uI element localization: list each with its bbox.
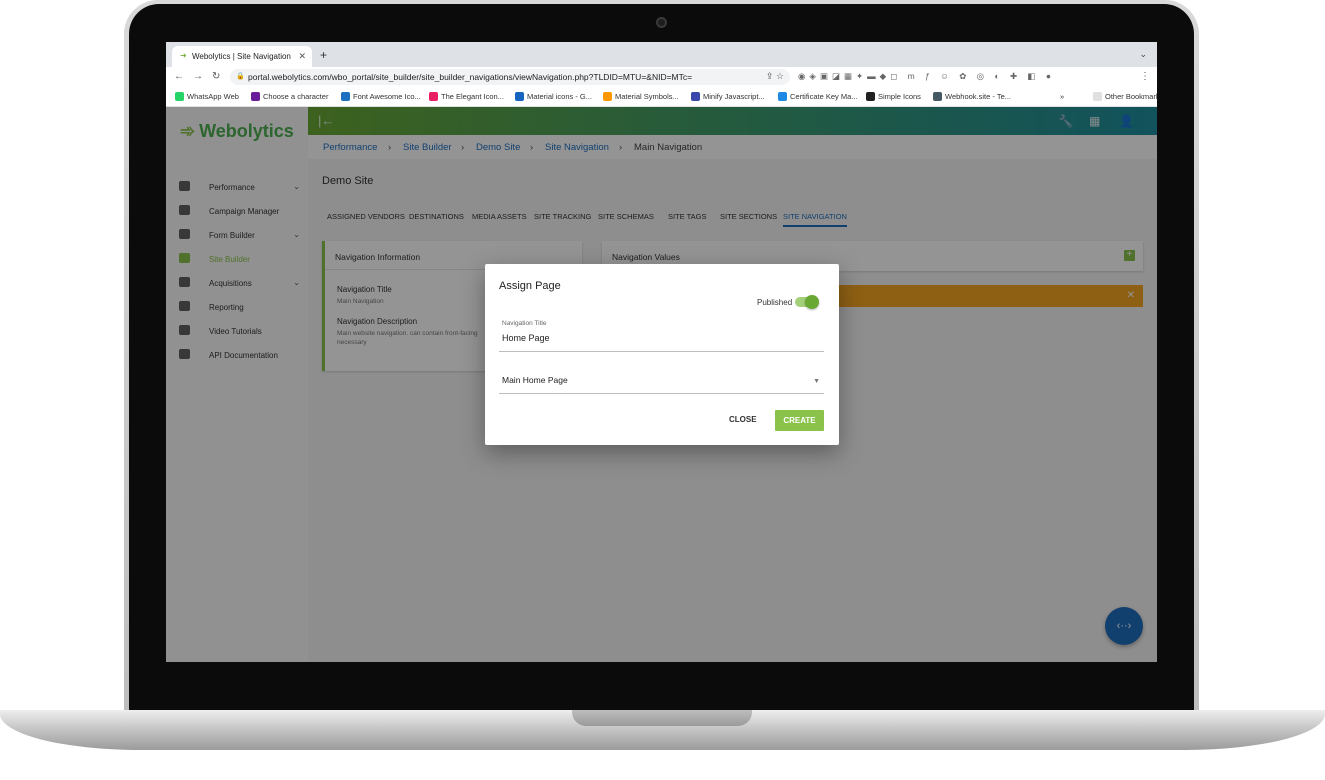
- published-toggle[interactable]: [795, 295, 819, 309]
- bookmark-item[interactable]: Minify Javascript...: [691, 92, 765, 101]
- url-field[interactable]: 🔒 portal.webolytics.com/wbo_portal/site_…: [230, 69, 790, 85]
- bookmark-label: The Elegant Icon...: [441, 92, 504, 101]
- tab-list-chevron-icon[interactable]: ⌄: [1139, 49, 1147, 60]
- dropdown-arrow-icon: ▼: [813, 378, 820, 385]
- bookmark-item[interactable]: Choose a character: [251, 92, 328, 101]
- bookmark-favicon-icon: [251, 92, 260, 101]
- other-bookmarks[interactable]: Other Bookmarks: [1093, 92, 1157, 101]
- tab-title: Webolytics | Site Navigation: [192, 52, 291, 61]
- bookmarks-overflow[interactable]: »: [1060, 92, 1064, 101]
- laptop-frame: ➜ Webolytics | Site Navigation ✕ + ⌄ ← →…: [0, 0, 1325, 780]
- bookmark-favicon-icon: [603, 92, 612, 101]
- forward-icon[interactable]: →: [193, 71, 203, 82]
- page-select-value: Main Home Page: [502, 375, 568, 385]
- close-tab-icon[interactable]: ✕: [298, 51, 306, 62]
- other-bookmarks-label: Other Bookmarks: [1105, 92, 1157, 101]
- reload-icon[interactable]: ↻: [212, 71, 220, 82]
- bookmark-item[interactable]: Font Awesome Ico...: [341, 92, 421, 101]
- extension-icons[interactable]: ◉◈▣◪▦✦▬◆◻ m ƒ ☺ ✿ ◎ ◐ ✚ ◧ ●: [798, 71, 1055, 82]
- dialog-title: Assign Page: [499, 280, 561, 292]
- bookmark-item[interactable]: Material Symbols...: [603, 92, 679, 101]
- bookmark-item[interactable]: Simple Icons: [866, 92, 921, 101]
- assign-page-dialog: Assign Page Published Navigation Title H…: [485, 264, 839, 445]
- browser-tab[interactable]: ➜ Webolytics | Site Navigation ✕: [172, 46, 312, 67]
- bookmark-favicon-icon: [515, 92, 524, 101]
- lock-icon: 🔒: [236, 73, 245, 80]
- close-button[interactable]: CLOSE: [729, 415, 757, 424]
- address-bar-row: ← → ↻ 🔒 portal.webolytics.com/wbo_portal…: [166, 67, 1157, 87]
- bookmark-favicon-icon: [691, 92, 700, 101]
- bookmark-favicon-icon: [778, 92, 787, 101]
- navigation-title-field[interactable]: Navigation Title Home Page: [499, 320, 824, 352]
- bookmark-item[interactable]: Webhook.site - Te...: [933, 92, 1011, 101]
- bookmark-favicon-icon: [175, 92, 184, 101]
- bookmark-item[interactable]: The Elegant Icon...: [429, 92, 504, 101]
- page-select[interactable]: Main Home Page ▼: [499, 370, 824, 394]
- bookmark-label: Font Awesome Ico...: [353, 92, 421, 101]
- bookmark-label: Material icons - G...: [527, 92, 593, 101]
- bookmark-label: Webhook.site - Te...: [945, 92, 1012, 101]
- bookmark-label: Material Symbols...: [615, 92, 679, 101]
- bookmark-favicon-icon: [933, 92, 942, 101]
- published-label: Published: [757, 298, 793, 307]
- browser-tab-bar: ➜ Webolytics | Site Navigation ✕ + ⌄: [166, 42, 1157, 67]
- navigation-title-label: Navigation Title: [502, 320, 547, 327]
- folder-icon: [1093, 92, 1102, 101]
- bookmarks-bar: Other Bookmarks » WhatsApp Web Choose a c…: [166, 87, 1157, 107]
- bookmark-label: Minify Javascript...: [703, 92, 765, 101]
- browser-menu-icon[interactable]: ⋮: [1140, 71, 1150, 82]
- camera-icon: [656, 17, 667, 28]
- bookmark-item[interactable]: Material icons - G...: [515, 92, 592, 101]
- bookmark-label: Certificate Key Ma...: [790, 92, 858, 101]
- webolytics-favicon-icon: ➜: [180, 51, 187, 60]
- new-tab-icon[interactable]: +: [320, 48, 327, 62]
- back-icon[interactable]: ←: [174, 71, 184, 82]
- bookmark-favicon-icon: [429, 92, 438, 101]
- create-button[interactable]: CREATE: [775, 410, 824, 431]
- bookmark-item[interactable]: Certificate Key Ma...: [778, 92, 858, 101]
- bookmark-item[interactable]: WhatsApp Web: [175, 92, 239, 101]
- bookmark-favicon-icon: [866, 92, 875, 101]
- bookmark-star-icon[interactable]: ⇪ ☆: [766, 71, 784, 82]
- laptop-notch: [572, 710, 752, 726]
- url-text: portal.webolytics.com/wbo_portal/site_bu…: [248, 72, 693, 82]
- bookmark-label: Simple Icons: [878, 92, 921, 101]
- screen: ➜ Webolytics | Site Navigation ✕ + ⌄ ← →…: [166, 42, 1157, 662]
- navigation-title-value: Home Page: [502, 333, 550, 343]
- bookmark-label: Choose a character: [263, 92, 329, 101]
- bookmark-label: WhatsApp Web: [187, 92, 239, 101]
- bookmark-favicon-icon: [341, 92, 350, 101]
- webolytics-app: ➾ Webolytics Performance ⌄ Campaign Manager…: [166, 107, 1157, 662]
- toggle-knob: [805, 295, 819, 309]
